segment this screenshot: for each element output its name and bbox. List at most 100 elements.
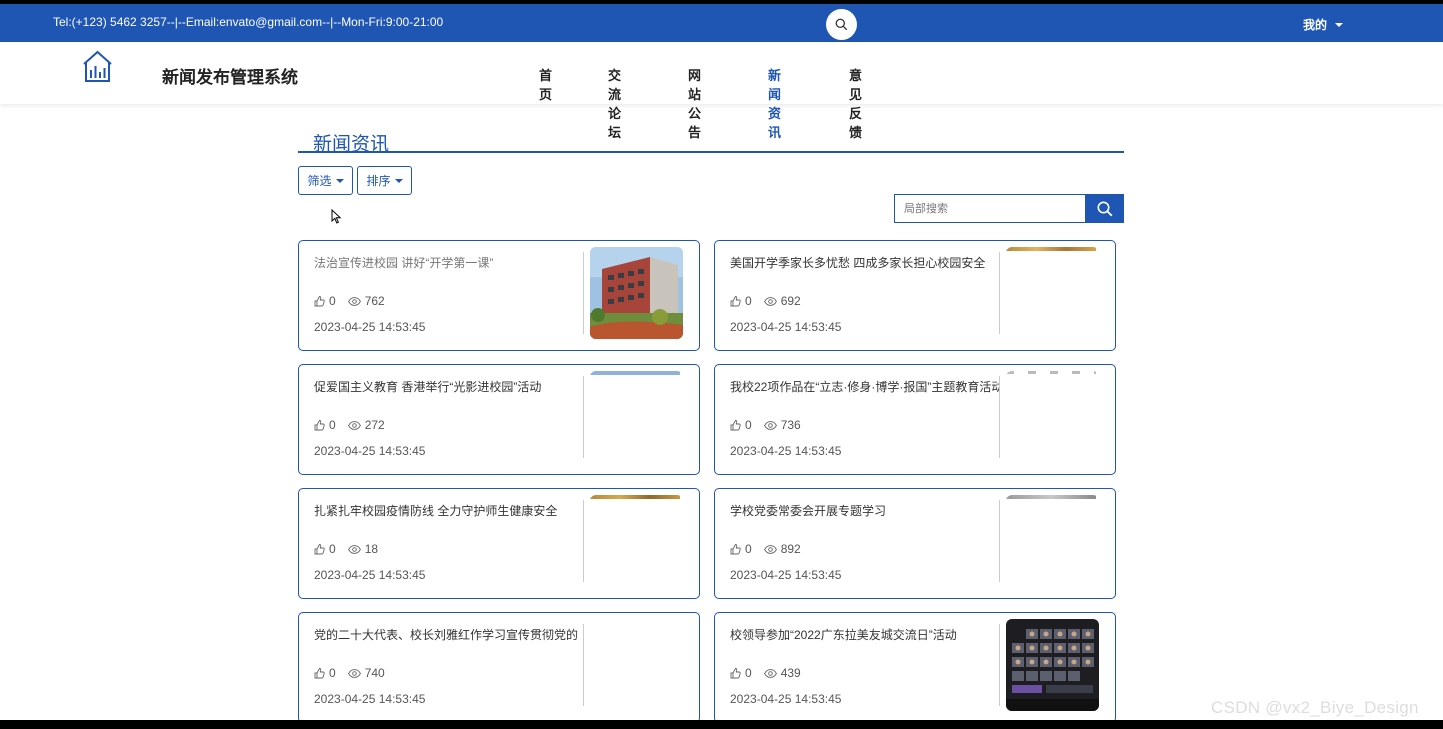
- news-title[interactable]: 我校22项作品在“立志·修身·博学·报国”主题教育活动: [730, 378, 1000, 395]
- view-count: 762: [364, 294, 385, 308]
- view-count: 892: [780, 542, 801, 556]
- thumbs-up-icon: [730, 668, 741, 679]
- news-date: 2023-04-25 14:53:45: [314, 568, 426, 582]
- site-header: 新闻发布管理系统 首页 交流论坛 网站公告 新闻资讯 意见反馈: [0, 42, 1443, 140]
- eye-icon: [347, 420, 361, 430]
- filter-dropdown-button[interactable]: 筛选: [298, 166, 353, 195]
- thumbs-up-icon: [314, 420, 325, 431]
- card-divider: [583, 252, 584, 334]
- thumbs-up-icon: [730, 296, 741, 307]
- news-title[interactable]: 促爱国主义教育 香港举行“光影进校园”活动: [314, 378, 584, 395]
- eye-icon: [763, 296, 777, 306]
- news-thumbnail[interactable]: [590, 495, 683, 587]
- top-info-bar: Tel:(+123) 5462 3257--|--Email:envato@gm…: [0, 4, 1443, 42]
- news-title[interactable]: 扎紧扎牢校园疫情防线 全力守护师生健康安全: [314, 502, 584, 519]
- card-divider: [999, 500, 1000, 582]
- news-stats: 0 272: [314, 418, 397, 432]
- news-thumbnail[interactable]: [1006, 619, 1099, 711]
- like-count: 0: [329, 418, 336, 432]
- news-thumbnail[interactable]: [590, 371, 683, 463]
- logo-icon: [83, 50, 112, 82]
- news-card[interactable]: 美国开学季家长多忧愁 四成多家长担心校园安全 0 692 2023-04-25 …: [714, 240, 1116, 351]
- user-menu[interactable]: 我的: [1303, 16, 1344, 33]
- news-card[interactable]: 促爱国主义教育 香港举行“光影进校园”活动 0 272 2023-04-25 1…: [298, 364, 700, 475]
- search-submit-button[interactable]: [1085, 194, 1124, 223]
- user-menu-label: 我的: [1303, 18, 1328, 32]
- sort-dropdown-button[interactable]: 排序: [357, 166, 412, 195]
- eye-icon: [347, 668, 361, 678]
- like-count: 0: [745, 418, 752, 432]
- news-thumbnail[interactable]: [1006, 495, 1099, 587]
- news-card[interactable]: 我校22项作品在“立志·修身·博学·报国”主题教育活动 0 736 2023-0…: [714, 364, 1116, 475]
- view-count: 692: [780, 294, 801, 308]
- card-divider: [999, 252, 1000, 334]
- thumbs-up-icon: [314, 296, 325, 307]
- card-divider: [999, 376, 1000, 458]
- local-search-input[interactable]: [894, 194, 1085, 223]
- news-thumbnail[interactable]: [1006, 371, 1099, 463]
- card-divider: [583, 624, 584, 706]
- eye-icon: [763, 420, 777, 430]
- news-stats: 0 692: [730, 294, 813, 308]
- view-count: 439: [780, 666, 801, 680]
- news-date: 2023-04-25 14:53:45: [730, 444, 842, 458]
- news-card[interactable]: 学校党委常委会开展专题学习 0 892 2023-04-25 14:53:45: [714, 488, 1116, 599]
- nav-item-news[interactable]: 新闻资讯: [768, 65, 781, 141]
- news-title[interactable]: 法治宣传进校园 讲好“开学第一课”: [314, 254, 584, 271]
- eye-icon: [347, 544, 361, 554]
- chevron-down-icon: [1335, 22, 1344, 27]
- card-divider: [999, 624, 1000, 706]
- thumbs-up-icon: [730, 544, 741, 555]
- news-date: 2023-04-25 14:53:45: [314, 320, 426, 334]
- nav-item-announcements[interactable]: 网站公告: [688, 65, 701, 141]
- news-title[interactable]: 校领导参加“2022广东拉美友城交流日”活动: [730, 626, 1000, 643]
- news-card[interactable]: 扎紧扎牢校园疫情防线 全力守护师生健康安全 0 18 2023-04-25 14…: [298, 488, 700, 599]
- site-title: 新闻发布管理系统: [162, 68, 298, 87]
- view-count: 736: [780, 418, 801, 432]
- news-date: 2023-04-25 14:53:45: [730, 692, 842, 706]
- search-icon: [1097, 201, 1112, 216]
- filter-label: 筛选: [307, 174, 332, 188]
- nav-item-forum[interactable]: 交流论坛: [608, 65, 621, 141]
- eye-icon: [763, 668, 777, 678]
- nav-item-feedback[interactable]: 意见反馈: [849, 65, 862, 141]
- watermark-text: CSDN @vx2_Biye_Design: [1211, 698, 1419, 717]
- news-date: 2023-04-25 14:53:45: [730, 320, 842, 334]
- news-card[interactable]: 校领导参加“2022广东拉美友城交流日”活动 0 439 2023-04-25 …: [714, 612, 1116, 720]
- chevron-down-icon: [394, 178, 403, 183]
- view-count: 740: [364, 666, 385, 680]
- card-divider: [583, 500, 584, 582]
- news-stats: 0 18: [314, 542, 390, 556]
- news-thumbnail[interactable]: [1006, 247, 1099, 339]
- eye-icon: [347, 296, 361, 306]
- news-card[interactable]: 法治宣传进校园 讲好“开学第一课” 0 762 2023-04-25 14:53…: [298, 240, 700, 351]
- view-count: 18: [364, 542, 379, 556]
- news-stats: 0 892: [730, 542, 813, 556]
- news-title[interactable]: 美国开学季家长多忧愁 四成多家长担心校园安全: [730, 254, 1000, 271]
- title-divider: [298, 151, 1124, 153]
- like-count: 0: [329, 294, 336, 308]
- like-count: 0: [745, 542, 752, 556]
- news-stats: 0 762: [314, 294, 397, 308]
- news-thumbnail[interactable]: [590, 247, 683, 339]
- thumbs-up-icon: [314, 668, 325, 679]
- search-icon: [835, 18, 848, 31]
- card-divider: [583, 376, 584, 458]
- like-count: 0: [329, 542, 336, 556]
- news-date: 2023-04-25 14:53:45: [730, 568, 842, 582]
- news-title[interactable]: 党的二十大代表、校长刘雅红作学习宣传贯彻党的: [314, 626, 584, 643]
- contact-info: Tel:(+123) 5462 3257--|--Email:envato@gm…: [53, 15, 444, 29]
- news-stats: 0 736: [730, 418, 813, 432]
- browser-viewport: Tel:(+123) 5462 3257--|--Email:envato@gm…: [0, 4, 1443, 720]
- news-stats: 0 439: [730, 666, 813, 680]
- nav-item-home[interactable]: 首页: [539, 65, 552, 103]
- eye-icon: [763, 544, 777, 554]
- mouse-cursor-icon: [331, 209, 342, 224]
- news-card[interactable]: 党的二十大代表、校长刘雅红作学习宣传贯彻党的 0 740 2023-04-25 …: [298, 612, 700, 720]
- news-title[interactable]: 学校党委常委会开展专题学习: [730, 502, 1000, 519]
- news-date: 2023-04-25 14:53:45: [314, 692, 426, 706]
- view-count: 272: [364, 418, 385, 432]
- top-search-button[interactable]: [826, 9, 857, 40]
- chevron-down-icon: [335, 178, 344, 183]
- thumbs-up-icon: [314, 544, 325, 555]
